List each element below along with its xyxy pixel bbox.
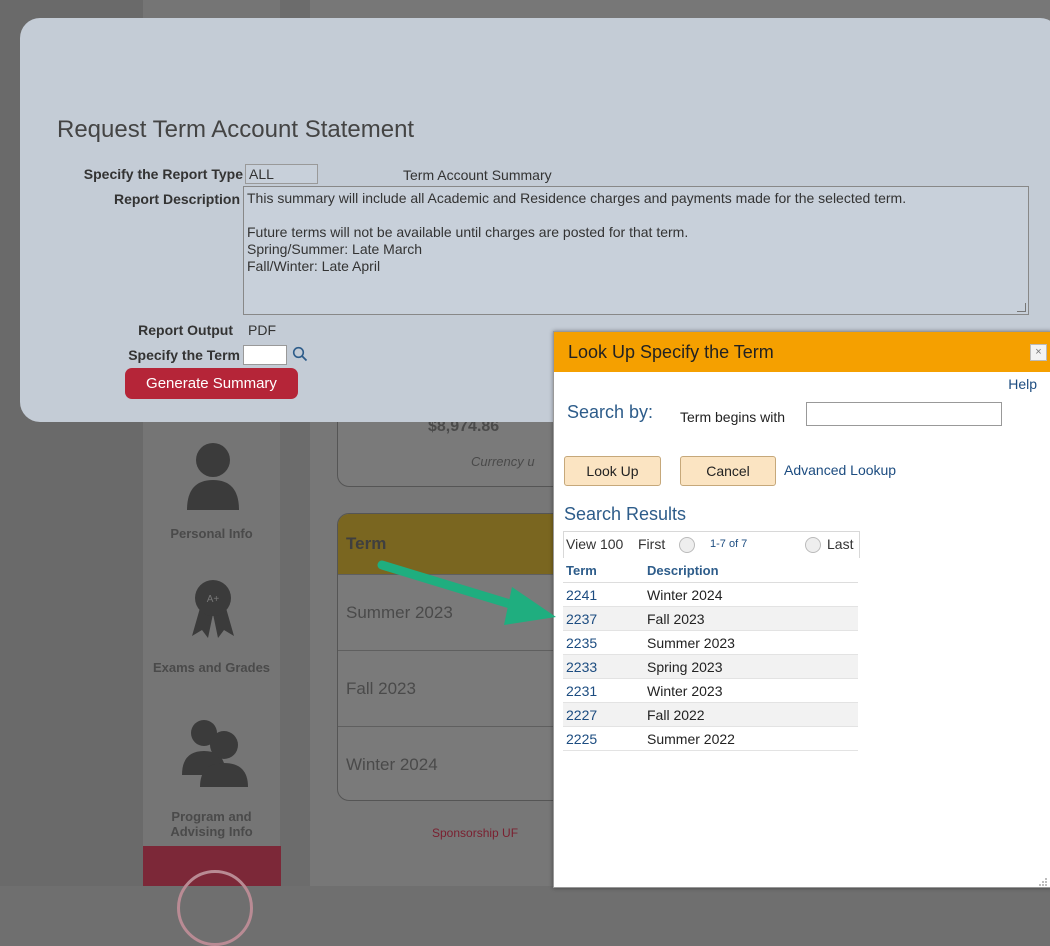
award-ribbon-icon: A+ [188,578,238,643]
first-link[interactable]: First [638,536,665,552]
circle-icon [177,870,253,946]
term-table-row[interactable]: Fall 2023 [338,650,578,726]
page-title: Request Term Account Statement [57,116,415,143]
term-code-link[interactable]: 2231 [563,678,644,703]
footer-links[interactable]: Sponsorship UF [432,826,518,840]
term-code-link[interactable]: 2241 [563,582,644,607]
term-table-row[interactable]: Winter 2024 [338,726,578,800]
report-type-field[interactable]: ALL [245,164,318,184]
sidebar-item-active[interactable] [143,846,281,946]
resize-grip-icon[interactable] [1017,303,1026,312]
view-100-link[interactable]: View 100 [566,536,623,552]
report-type-label: Specify the Report Type [83,166,243,182]
search-by-label: Search by: [567,402,654,422]
generate-summary-button[interactable]: Generate Summary [125,368,298,399]
next-arrow-icon[interactable] [805,537,821,553]
term-begins-input[interactable] [806,402,1002,426]
table-row[interactable]: 2227 Fall 2022 [563,702,858,727]
description-line: Future terms will not be available until… [247,224,689,240]
report-type-name: Term Account Summary [403,167,552,183]
description-line: Spring/Summer: Late March [247,241,423,257]
table-row[interactable]: 2225 Summer 2022 [563,726,858,751]
term-code-link[interactable]: 2225 [563,726,644,751]
description-line: This summary will include all Academic a… [247,190,907,206]
sidebar-item-personal-info[interactable]: Personal Info [143,526,280,541]
term-code-link[interactable]: 2237 [563,606,644,631]
term-input[interactable] [243,345,287,365]
term-description: Fall 2023 [644,606,858,631]
term-description: Summer 2023 [644,630,858,655]
results-table: Term Description 2241 Winter 2024 2237 Fall… [563,558,858,751]
report-output-label: Report Output [138,322,233,338]
previous-arrow-icon[interactable] [679,537,695,553]
term-description: Winter 2024 [644,582,858,607]
term-code-link[interactable]: 2227 [563,702,644,727]
term-description: Spring 2023 [644,654,858,679]
report-output-value: PDF [248,322,276,338]
description-line: Fall/Winter: Late April [247,258,381,274]
report-description-label: Report Description [113,191,240,207]
modal-header: Look Up Specify the Term [554,332,1050,372]
specify-term-label: Specify the Term [128,347,240,363]
person-icon [183,440,243,515]
term-begins-label: Term begins with [680,409,786,425]
search-icon[interactable] [292,346,308,362]
table-row[interactable]: 2231 Winter 2023 [563,678,858,703]
term-code-link[interactable]: 2235 [563,630,644,655]
annotation-arrow-icon [377,560,556,625]
table-row[interactable]: 2233 Spring 2023 [563,654,858,679]
people-icon [180,717,250,792]
sidebar-item-program-advising[interactable]: Program and Advising Info [143,809,280,839]
column-header-description[interactable]: Description [644,558,858,583]
description-line [247,207,1025,224]
currency-note: Currency u [471,454,535,469]
last-link[interactable]: Last [827,536,853,552]
term-description: Summer 2022 [644,726,858,751]
table-row[interactable]: 2235 Summer 2023 [563,630,858,655]
advanced-lookup-link[interactable]: Advanced Lookup [784,462,896,478]
table-row[interactable]: 2237 Fall 2023 [563,606,858,631]
page-range: 1-7 of 7 [710,538,748,550]
results-nav: View 100 First 1-7 of 7 Last [563,531,860,558]
resize-grip-icon[interactable] [1038,874,1048,886]
column-header-term[interactable]: Term [563,558,644,583]
term-description: Winter 2023 [644,678,858,703]
term-description: Fall 2022 [644,702,858,727]
cancel-button[interactable]: Cancel [680,456,776,486]
table-row[interactable]: 2241 Winter 2024 [563,582,858,607]
search-results-title: Search Results [564,504,687,524]
term-code-link[interactable]: 2233 [563,654,644,679]
sidebar-item-exams-grades[interactable]: Exams and Grades [143,660,280,675]
close-icon[interactable]: × [1030,344,1047,361]
report-description-field[interactable]: This summary will include all Academic a… [243,186,1029,315]
modal-title: Look Up Specify the Term [568,341,774,362]
svg-text:A+: A+ [207,594,220,605]
look-up-button[interactable]: Look Up [564,456,661,486]
lookup-modal: Look Up Specify the Term × Help Search b… [553,331,1050,888]
help-link[interactable]: Help [1008,376,1037,392]
